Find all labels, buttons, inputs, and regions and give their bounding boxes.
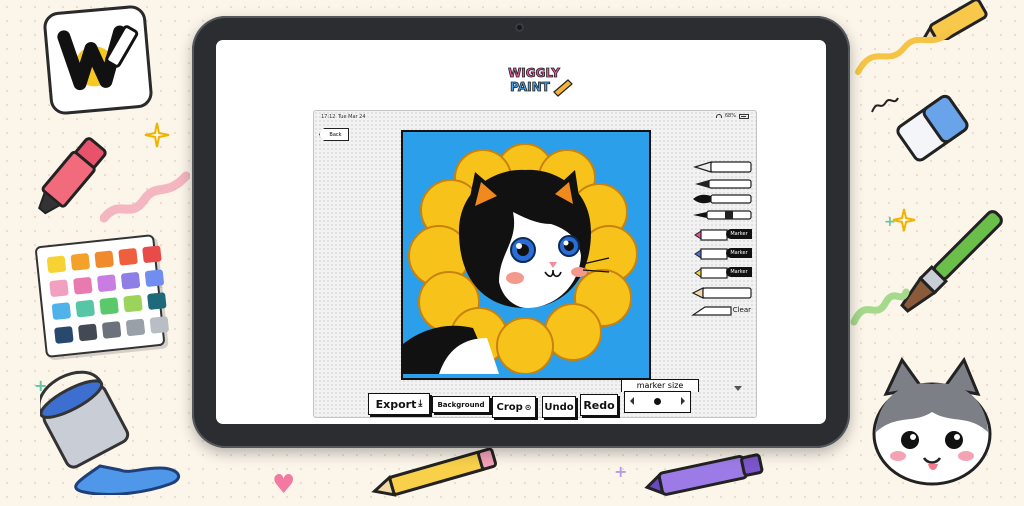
color-swatch bbox=[149, 315, 170, 334]
tool-label: Marker bbox=[726, 248, 752, 258]
camera-icon bbox=[515, 23, 524, 32]
battery-percent: 68% bbox=[724, 113, 736, 119]
increase-size-icon[interactable] bbox=[681, 397, 685, 405]
marker-size-preview bbox=[654, 398, 661, 405]
color-swatch bbox=[99, 297, 119, 316]
color-swatch bbox=[51, 302, 72, 321]
color-swatch bbox=[125, 318, 146, 336]
tool-fine-brush[interactable] bbox=[691, 207, 753, 221]
crop-button[interactable]: Crop ⊙ bbox=[492, 396, 536, 418]
color-swatch bbox=[101, 320, 122, 339]
color-swatch bbox=[123, 294, 143, 313]
chevron-down-icon[interactable] bbox=[734, 386, 742, 391]
crop-label: Crop bbox=[496, 401, 523, 413]
wifi-icon bbox=[715, 114, 722, 118]
purple-marker-icon bbox=[640, 452, 770, 504]
squiggle-decoration bbox=[871, 97, 899, 113]
eraser-icon bbox=[888, 84, 978, 178]
tool-blue-marker[interactable]: Marker bbox=[691, 246, 753, 260]
status-time: 17:12 bbox=[321, 114, 336, 120]
yellow-pencil-icon bbox=[368, 446, 508, 504]
tool-pencil[interactable] bbox=[691, 285, 753, 299]
color-swatch bbox=[147, 292, 167, 310]
logo-line-2: PAINT bbox=[510, 80, 550, 94]
color-swatch bbox=[142, 245, 162, 264]
back-button[interactable]: Back bbox=[319, 128, 349, 141]
color-swatch bbox=[77, 323, 98, 341]
tool-label: Marker bbox=[726, 229, 752, 239]
yellow-scribble-decoration bbox=[855, 29, 953, 75]
drawing-canvas[interactable] bbox=[401, 130, 651, 380]
wiggly-paint-app-icon bbox=[37, 0, 158, 121]
crop-icon: ⊙ bbox=[524, 402, 532, 412]
status-bar: 17:12 Tue Mar 24 68% bbox=[321, 113, 749, 123]
tool-eraser[interactable]: Clear bbox=[691, 303, 753, 317]
cat-face-sticker bbox=[858, 352, 1008, 506]
plus-icon: + bbox=[614, 462, 628, 481]
tool-fountain-pen[interactable] bbox=[691, 159, 753, 173]
pink-scribble-decoration bbox=[100, 171, 190, 223]
download-icon: ⤓ bbox=[418, 399, 423, 409]
color-swatch bbox=[72, 276, 93, 295]
clear-label: Clear bbox=[732, 306, 751, 314]
color-swatch bbox=[94, 250, 114, 269]
color-swatch bbox=[118, 247, 138, 266]
color-swatch bbox=[144, 268, 165, 287]
tool-felt-pen[interactable] bbox=[691, 176, 753, 190]
status-date: Tue Mar 24 bbox=[338, 114, 366, 120]
color-palette-decoration bbox=[34, 234, 170, 358]
redo-label: Redo bbox=[583, 398, 615, 412]
color-swatch bbox=[49, 278, 69, 297]
cat-sunflower-drawing bbox=[403, 132, 645, 375]
wiggly-paint-logo: WIGGLY PAINT bbox=[496, 64, 576, 102]
marker-size-control bbox=[624, 391, 691, 413]
tool-yellow-marker[interactable]: Marker bbox=[691, 265, 753, 279]
background-button[interactable]: Background bbox=[432, 396, 490, 413]
green-scribble-decoration bbox=[850, 288, 910, 326]
battery-icon bbox=[739, 113, 749, 119]
decrease-size-icon[interactable] bbox=[630, 397, 634, 405]
redo-button[interactable]: Redo bbox=[580, 394, 618, 416]
color-swatch bbox=[46, 255, 67, 274]
color-swatch bbox=[70, 252, 91, 271]
tool-label: Marker bbox=[726, 267, 752, 277]
undo-button[interactable]: Undo bbox=[542, 396, 576, 418]
tool-pink-marker[interactable]: Marker bbox=[691, 227, 753, 241]
tool-ink-brush[interactable] bbox=[691, 191, 753, 205]
undo-label: Undo bbox=[544, 401, 574, 413]
blue-paint-bucket-icon bbox=[37, 370, 190, 499]
sparkle-icon bbox=[144, 122, 170, 148]
heart-icon: ♥ bbox=[272, 470, 296, 500]
export-label: Export bbox=[375, 397, 417, 411]
color-swatch bbox=[75, 299, 96, 318]
color-swatch bbox=[54, 325, 74, 344]
logo-line-1: WIGGLY bbox=[508, 66, 560, 80]
color-swatch bbox=[96, 273, 117, 292]
tool-rack: Marker Marker Marker Clear bbox=[691, 159, 753, 391]
paint-app-window: 17:12 Tue Mar 24 68% Back Marker Marker … bbox=[313, 110, 757, 418]
color-swatch bbox=[120, 271, 141, 290]
plus-icon: + bbox=[34, 376, 48, 395]
export-button[interactable]: Export ⤓ bbox=[368, 393, 430, 415]
background-label: Background bbox=[437, 400, 485, 409]
pencil-icon bbox=[553, 79, 573, 97]
